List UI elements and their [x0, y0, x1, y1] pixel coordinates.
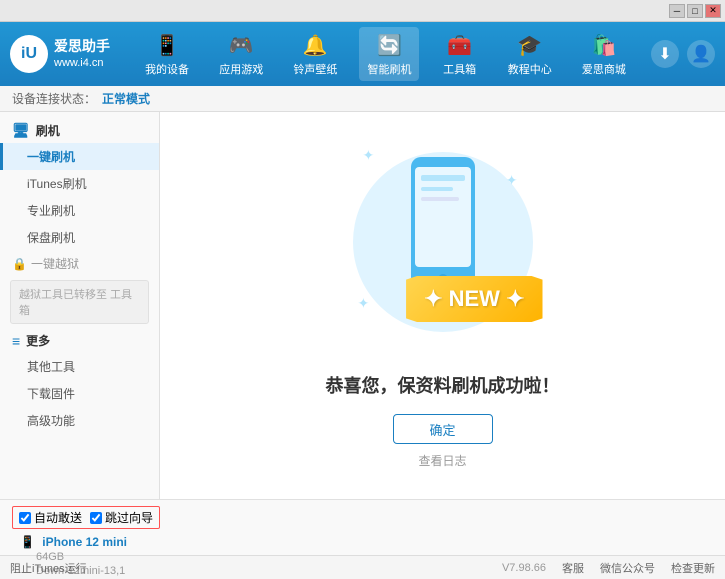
phone-illustration: ✦ ✦ ✦ ✦ NEW ✦ — [353, 142, 533, 342]
customer-service-link[interactable]: 客服 — [562, 560, 584, 576]
logo-area: iU 爱思助手 www.i4.cn — [10, 35, 110, 73]
download-btn[interactable]: ⬇ — [651, 40, 679, 68]
flash-section-icon: 🖥 — [12, 122, 30, 139]
shop-icon: 🛍️ — [590, 31, 618, 59]
nav-tutorial[interactable]: 🎓 教程中心 — [500, 27, 560, 81]
check-update-link[interactable]: 检查更新 — [671, 560, 715, 576]
toolbox-icon: 🧰 — [446, 31, 474, 59]
sidebar-item-one-click-flash[interactable]: 一键刷机 — [0, 143, 159, 170]
my-device-icon: 📱 — [153, 31, 181, 59]
main-layout: 🖥 刷机 一键刷机 iTunes刷机 专业刷机 保盘刷机 🔒 一键越狱 越狱工具… — [0, 112, 725, 499]
new-badge: ✦ NEW ✦ — [406, 276, 542, 322]
user-btn[interactable]: 👤 — [687, 40, 715, 68]
nav-toolbox[interactable]: 🧰 工具箱 — [434, 27, 486, 81]
close-btn[interactable]: ✕ — [705, 4, 721, 18]
nav-my-device[interactable]: 📱 我的设备 — [137, 27, 197, 81]
sidebar-item-itunes-flash[interactable]: iTunes刷机 — [0, 170, 159, 197]
itunes-status[interactable]: 阻止iTunes运行 — [10, 560, 87, 576]
view-log-link[interactable]: 查看日志 — [418, 452, 466, 469]
success-message: 恭喜您，保资料刷机成功啦！ — [326, 372, 560, 398]
hero-illustration: ✦ ✦ ✦ ✦ NEW ✦ — [353, 142, 533, 352]
minimize-btn[interactable]: ─ — [669, 4, 685, 18]
smart-flash-icon: 🔄 — [375, 31, 403, 59]
nav-smart-flash[interactable]: 🔄 智能刷机 — [359, 27, 419, 81]
jailbreak-disabled-notice: 越狱工具已转移至 工具箱 — [10, 280, 149, 324]
footer-left: 阻止iTunes运行 — [10, 560, 363, 576]
version-label: V7.98.66 — [502, 562, 546, 574]
wechat-link[interactable]: 微信公众号 — [600, 560, 655, 576]
sidebar-item-save-flash[interactable]: 保盘刷机 — [0, 224, 159, 251]
bottom-panel: 自动敢送 跳过向导 📱 iPhone 12 mini 64GB Down-12m… — [0, 499, 725, 555]
ringtones-icon: 🔔 — [301, 31, 329, 59]
sidebar-item-other-tools[interactable]: 其他工具 — [0, 353, 159, 380]
sidebar-item-pro-flash[interactable]: 专业刷机 — [0, 197, 159, 224]
nav-apps-games[interactable]: 🎮 应用游戏 — [211, 27, 271, 81]
sidebar-item-advanced[interactable]: 高级功能 — [0, 407, 159, 434]
tutorial-icon: 🎓 — [516, 31, 544, 59]
jailbreak-icon: 🔒 — [12, 257, 27, 271]
skip-wizard-checkbox[interactable]: 跳过向导 — [90, 509, 153, 526]
nav-ringtones[interactable]: 🔔 铃声壁纸 — [285, 27, 345, 81]
status-bar: 设备连接状态： 正常模式 — [0, 86, 725, 112]
auto-send-checkbox[interactable]: 自动敢送 — [19, 509, 82, 526]
header-right: ⬇ 👤 — [651, 40, 715, 68]
sidebar-section-jailbreak: 🔒 一键越狱 — [0, 251, 159, 276]
footer-right: V7.98.66 客服 微信公众号 检查更新 — [363, 560, 716, 576]
logo-icon: iU — [10, 35, 48, 73]
more-section-icon: ≡ — [12, 333, 20, 349]
logo-text: 爱思助手 www.i4.cn — [54, 37, 110, 72]
apps-games-icon: 🎮 — [227, 31, 255, 59]
sidebar-item-download-firmware[interactable]: 下载固件 — [0, 380, 159, 407]
sparkle-2: ✦ — [506, 172, 518, 189]
maximize-btn[interactable]: □ — [687, 4, 703, 18]
nav-shop[interactable]: 🛍️ 爱思商城 — [574, 27, 634, 81]
header: iU 爱思助手 www.i4.cn 📱 我的设备 🎮 应用游戏 🔔 铃声壁纸 🔄… — [0, 22, 725, 86]
content-area: ✦ ✦ ✦ ✦ NEW ✦ 恭喜您，保资料刷机成功啦！ 确定 查看日志 — [160, 112, 725, 499]
title-bar: ─ □ ✕ — [0, 0, 725, 22]
sidebar-section-more: ≡ 更多 — [0, 328, 159, 353]
confirm-button[interactable]: 确定 — [393, 414, 493, 444]
sparkle-1: ✦ — [363, 147, 375, 164]
nav-bar: 📱 我的设备 🎮 应用游戏 🔔 铃声壁纸 🔄 智能刷机 🧰 工具箱 🎓 教程中心… — [130, 27, 641, 81]
sidebar: 🖥 刷机 一键刷机 iTunes刷机 专业刷机 保盘刷机 🔒 一键越狱 越狱工具… — [0, 112, 160, 499]
sidebar-section-flash: 🖥 刷机 — [0, 118, 159, 143]
sparkle-3: ✦ — [358, 295, 370, 312]
checkbox-group: 自动敢送 跳过向导 — [12, 506, 160, 529]
footer-bar: 阻止iTunes运行 V7.98.66 客服 微信公众号 检查更新 — [0, 555, 725, 579]
